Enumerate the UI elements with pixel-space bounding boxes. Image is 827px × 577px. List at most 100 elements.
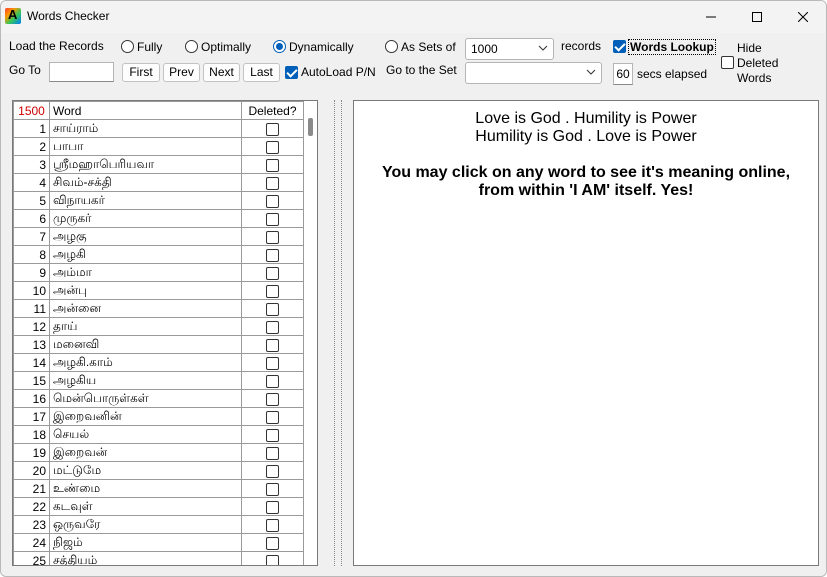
radio-optimally-label[interactable]: Optimally <box>201 40 251 54</box>
table-row[interactable]: 21 உண்மை <box>13 479 304 498</box>
deleted-checkbox[interactable] <box>266 554 279 565</box>
table-row[interactable]: 3 ஸ்ரீமஹாபெரியவா <box>13 155 304 174</box>
table-row[interactable]: 19 இறைவன் <box>13 443 304 462</box>
radio-dynamically[interactable] <box>273 40 286 53</box>
word-cell[interactable]: அன்பு <box>49 281 242 300</box>
deleted-checkbox[interactable] <box>266 410 279 424</box>
deleted-checkbox[interactable] <box>266 284 279 298</box>
deleted-checkbox[interactable] <box>266 518 279 532</box>
deleted-checkbox[interactable] <box>266 500 279 514</box>
deleted-checkbox[interactable] <box>266 536 279 550</box>
table-row[interactable]: 4 சிவம்-சக்தி <box>13 173 304 192</box>
words-grid[interactable]: 1500 Word Deleted? 1 சாய்ராம் 2 பாபா 3 ஸ்ரீமஹ… <box>12 100 318 566</box>
word-cell[interactable]: அன்னை <box>49 299 242 318</box>
word-cell[interactable]: விநாயகர் <box>49 191 242 210</box>
radio-fully-label[interactable]: Fully <box>137 40 162 54</box>
minimize-button[interactable] <box>688 1 734 33</box>
deleted-checkbox[interactable] <box>266 464 279 478</box>
table-row[interactable]: 11 அன்னை <box>13 299 304 318</box>
table-row[interactable]: 7 அழகு <box>13 227 304 246</box>
radio-fully[interactable] <box>121 40 134 53</box>
table-row[interactable]: 22 கடவுள் <box>13 497 304 516</box>
word-cell[interactable]: தாய் <box>49 317 242 336</box>
table-row[interactable]: 15 அழகிய <box>13 371 304 390</box>
deleted-checkbox[interactable] <box>266 158 279 172</box>
goto-input[interactable] <box>49 62 114 82</box>
autoload-label[interactable]: AutoLoad P/N <box>301 65 376 79</box>
goto-set-dropdown[interactable] <box>465 62 602 84</box>
deleted-checkbox[interactable] <box>266 266 279 280</box>
deleted-checkbox[interactable] <box>266 194 279 208</box>
deleted-checkbox[interactable] <box>266 338 279 352</box>
deleted-checkbox[interactable] <box>266 302 279 316</box>
radio-as-sets-of[interactable] <box>385 40 398 53</box>
deleted-checkbox[interactable] <box>266 482 279 496</box>
word-cell[interactable]: ஒருவரே <box>49 515 242 534</box>
table-row[interactable]: 24 நிஜம் <box>13 533 304 552</box>
word-cell[interactable]: அழகிய <box>49 371 242 390</box>
word-cell[interactable]: அழகு <box>49 227 242 246</box>
radio-optimally[interactable] <box>185 40 198 53</box>
deleted-column-header[interactable]: Deleted? <box>241 101 304 120</box>
deleted-checkbox[interactable] <box>266 140 279 154</box>
deleted-checkbox[interactable] <box>266 446 279 460</box>
table-row[interactable]: 6 முருகர் <box>13 209 304 228</box>
deleted-checkbox[interactable] <box>266 374 279 388</box>
deleted-checkbox[interactable] <box>266 392 279 406</box>
deleted-checkbox[interactable] <box>266 320 279 334</box>
close-button[interactable] <box>780 1 826 33</box>
table-row[interactable]: 1 சாய்ராம் <box>13 119 304 138</box>
grid-scrollbar-thumb[interactable] <box>308 118 313 136</box>
last-button[interactable]: Last <box>243 63 280 82</box>
word-cell[interactable]: ஸ்ரீமஹாபெரியவா <box>49 155 242 174</box>
autoload-checkbox[interactable] <box>285 66 298 79</box>
deleted-checkbox[interactable] <box>266 212 279 226</box>
table-row[interactable]: 17 இறைவனின் <box>13 407 304 426</box>
word-cell[interactable]: சிவம்-சக்தி <box>49 173 242 192</box>
next-button[interactable]: Next <box>203 63 240 82</box>
maximize-button[interactable] <box>734 1 780 33</box>
word-cell[interactable]: அழகி.காம் <box>49 353 242 372</box>
pane-splitter[interactable] <box>332 100 346 566</box>
word-cell[interactable]: அழகி <box>49 245 242 264</box>
word-cell[interactable]: மட்டுமே <box>49 461 242 480</box>
table-row[interactable]: 8 அழகி <box>13 245 304 264</box>
hide-deleted-checkbox[interactable] <box>721 56 734 69</box>
table-row[interactable]: 25 சத்தியம் <box>13 551 304 565</box>
word-cell[interactable]: மனைவி <box>49 335 242 354</box>
words-lookup-checkbox[interactable] <box>613 40 626 53</box>
deleted-checkbox[interactable] <box>266 122 279 136</box>
table-row[interactable]: 5 விநாயகர் <box>13 191 304 210</box>
word-cell[interactable]: பாபா <box>49 137 242 156</box>
word-cell[interactable]: அம்மா <box>49 263 242 282</box>
word-cell[interactable]: இறைவன் <box>49 443 242 462</box>
deleted-checkbox[interactable] <box>266 356 279 370</box>
table-row[interactable]: 20 மட்டுமே <box>13 461 304 480</box>
word-cell[interactable]: இறைவனின் <box>49 407 242 426</box>
table-row[interactable]: 14 அழகி.காம் <box>13 353 304 372</box>
word-column-header[interactable]: Word <box>49 101 242 120</box>
table-row[interactable]: 2 பாபா <box>13 137 304 156</box>
word-cell[interactable]: மென்பொருள்கள் <box>49 389 242 408</box>
word-cell[interactable]: செயல் <box>49 425 242 444</box>
word-cell[interactable]: முருகர் <box>49 209 242 228</box>
first-button[interactable]: First <box>122 63 160 82</box>
radio-as-sets-of-label[interactable]: As Sets of <box>401 40 456 54</box>
deleted-checkbox[interactable] <box>266 176 279 190</box>
deleted-checkbox[interactable] <box>266 248 279 262</box>
table-row[interactable]: 9 அம்மா <box>13 263 304 282</box>
deleted-checkbox[interactable] <box>266 428 279 442</box>
word-cell[interactable]: நிஜம் <box>49 533 242 552</box>
table-row[interactable]: 12 தாய் <box>13 317 304 336</box>
words-lookup-label[interactable]: Words Lookup <box>628 39 716 55</box>
table-row[interactable]: 18 செயல் <box>13 425 304 444</box>
word-cell[interactable]: கடவுள் <box>49 497 242 516</box>
word-cell[interactable]: உண்மை <box>49 479 242 498</box>
table-row[interactable]: 16 மென்பொருள்கள் <box>13 389 304 408</box>
table-row[interactable]: 10 அன்பு <box>13 281 304 300</box>
table-row[interactable]: 23 ஒருவரே <box>13 515 304 534</box>
word-cell[interactable]: சாய்ராம் <box>49 119 242 138</box>
deleted-checkbox[interactable] <box>266 230 279 244</box>
radio-dynamically-label[interactable]: Dynamically <box>289 40 354 54</box>
title-bar[interactable]: A Words Checker <box>1 1 826 33</box>
